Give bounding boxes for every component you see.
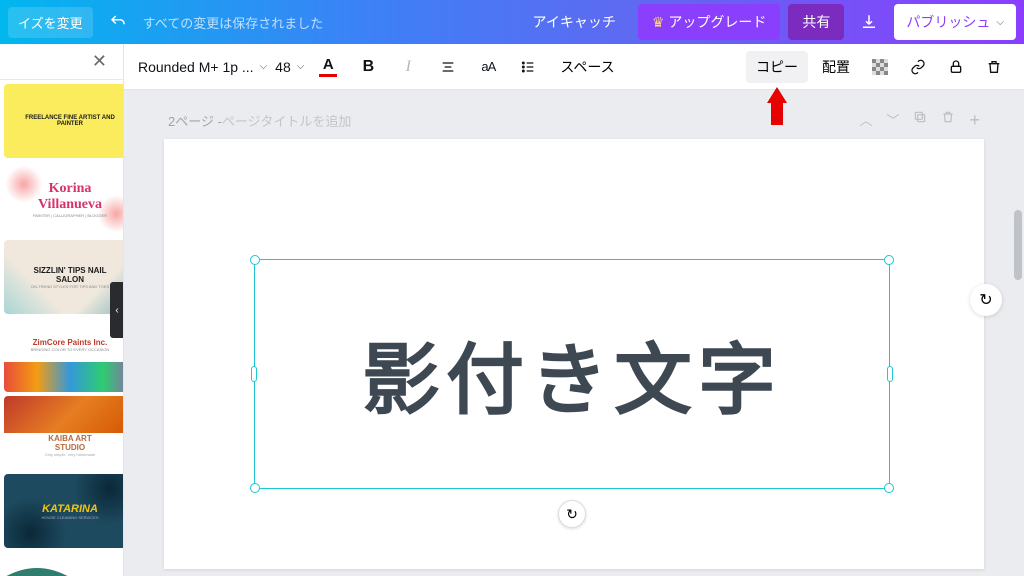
italic-icon[interactable]: I	[392, 51, 424, 83]
font-name: Rounded M+ 1p ...	[138, 59, 254, 75]
chevron-down-icon: ⌵	[996, 17, 1004, 28]
share-button[interactable]: 共有	[788, 4, 844, 40]
list-icon[interactable]	[512, 51, 544, 83]
text-toolbar: Rounded M+ 1p ... ⌵ 48 ⌵ A B I aA スペース	[124, 44, 1024, 90]
template-sidebar: ✕ FREELANCE FINE ARTIST ANDPAINTERKorina…	[0, 44, 124, 576]
chevron-down-icon: ⌵	[297, 61, 305, 72]
text-color-icon[interactable]: A	[312, 51, 344, 83]
bold-icon[interactable]: B	[352, 51, 384, 83]
font-size-value: 48	[275, 59, 291, 75]
resize-handle[interactable]	[250, 483, 260, 493]
publish-label: パブリッシュ	[906, 12, 990, 32]
eyecatch-label[interactable]: アイキャッチ	[519, 4, 630, 40]
copy-label: コピー	[756, 59, 798, 75]
resize-button[interactable]: イズを変更	[8, 7, 93, 38]
template-thumbnail[interactable]: KorinaVillanuevaPAINTER | CALLIGRAPHER |…	[4, 162, 124, 236]
trash-icon[interactable]	[978, 51, 1010, 83]
page-down-icon[interactable]: ﹀	[886, 110, 899, 131]
template-thumbnail[interactable]	[4, 552, 124, 576]
zoom-reset-icon[interactable]: ↻	[970, 284, 1002, 316]
template-thumbnail[interactable]: ZimCore Paints Inc.BRINGING COLOR TO EVE…	[4, 318, 124, 392]
transparency-icon[interactable]	[864, 51, 896, 83]
copy-button[interactable]: コピー	[746, 51, 808, 83]
text-element-selected[interactable]: 影付き文字 ↻	[254, 259, 890, 489]
page-number: 2ページ -	[168, 111, 222, 130]
saved-status: すべての変更は保存されました	[143, 13, 324, 32]
crown-icon: ♛	[652, 14, 665, 31]
text-case-icon[interactable]: aA	[472, 51, 504, 83]
resize-handle[interactable]	[884, 483, 894, 493]
lock-icon[interactable]	[940, 51, 972, 83]
download-icon[interactable]	[852, 5, 886, 39]
font-size-selector[interactable]: 48 ⌵	[275, 59, 304, 75]
canvas-area[interactable]: 2ページ - ページタイトルを追加 ︿ ﹀ + 影付き文字	[124, 90, 1024, 576]
rotate-icon[interactable]: ↻	[558, 500, 586, 528]
add-page-icon[interactable]: +	[969, 110, 980, 131]
resize-handle[interactable]	[884, 255, 894, 265]
close-icon[interactable]: ✕	[92, 51, 107, 72]
duplicate-page-icon[interactable]	[913, 110, 927, 131]
template-thumbnail[interactable]: FREELANCE FINE ARTIST ANDPAINTER	[4, 84, 124, 158]
resize-handle[interactable]	[250, 255, 260, 265]
page-up-icon[interactable]: ︿	[859, 110, 872, 131]
delete-page-icon[interactable]	[941, 110, 955, 131]
canvas-text[interactable]: 影付き文字	[362, 318, 782, 430]
resize-handle[interactable]	[251, 366, 257, 382]
chevron-down-icon: ⌵	[260, 61, 268, 72]
spacing-button[interactable]: スペース	[552, 53, 622, 81]
template-thumbnail[interactable]: SIZZLIN' TIPS NAILSALONON-TREND STYLES F…	[4, 240, 124, 314]
page-title-input[interactable]: ページタイトルを追加	[222, 111, 351, 130]
sidebar-collapse-handle[interactable]: ‹	[110, 282, 124, 338]
design-canvas[interactable]: 影付き文字 ↻	[164, 139, 984, 569]
link-icon[interactable]	[902, 51, 934, 83]
font-selector[interactable]: Rounded M+ 1p ... ⌵	[138, 59, 267, 75]
scrollbar[interactable]	[1012, 90, 1022, 576]
arrange-button[interactable]: 配置	[814, 53, 858, 81]
upgrade-label: アップグレード	[668, 12, 766, 32]
scrollbar-thumb[interactable]	[1014, 210, 1022, 280]
template-thumbnail[interactable]: KATARINAHOUSE CLEANING SERVICES	[4, 474, 124, 548]
publish-button[interactable]: パブリッシュ ⌵	[894, 4, 1016, 40]
app-header: イズを変更 すべての変更は保存されました アイキャッチ ♛ アップグレード 共有…	[0, 0, 1024, 44]
template-thumbnail[interactable]: KAIBA ARTSTUDIOOnly simple, very handmad…	[4, 396, 124, 470]
align-icon[interactable]	[432, 51, 464, 83]
upgrade-button[interactable]: ♛ アップグレード	[638, 4, 781, 40]
resize-handle[interactable]	[887, 366, 893, 382]
undo-icon[interactable]	[109, 13, 127, 31]
